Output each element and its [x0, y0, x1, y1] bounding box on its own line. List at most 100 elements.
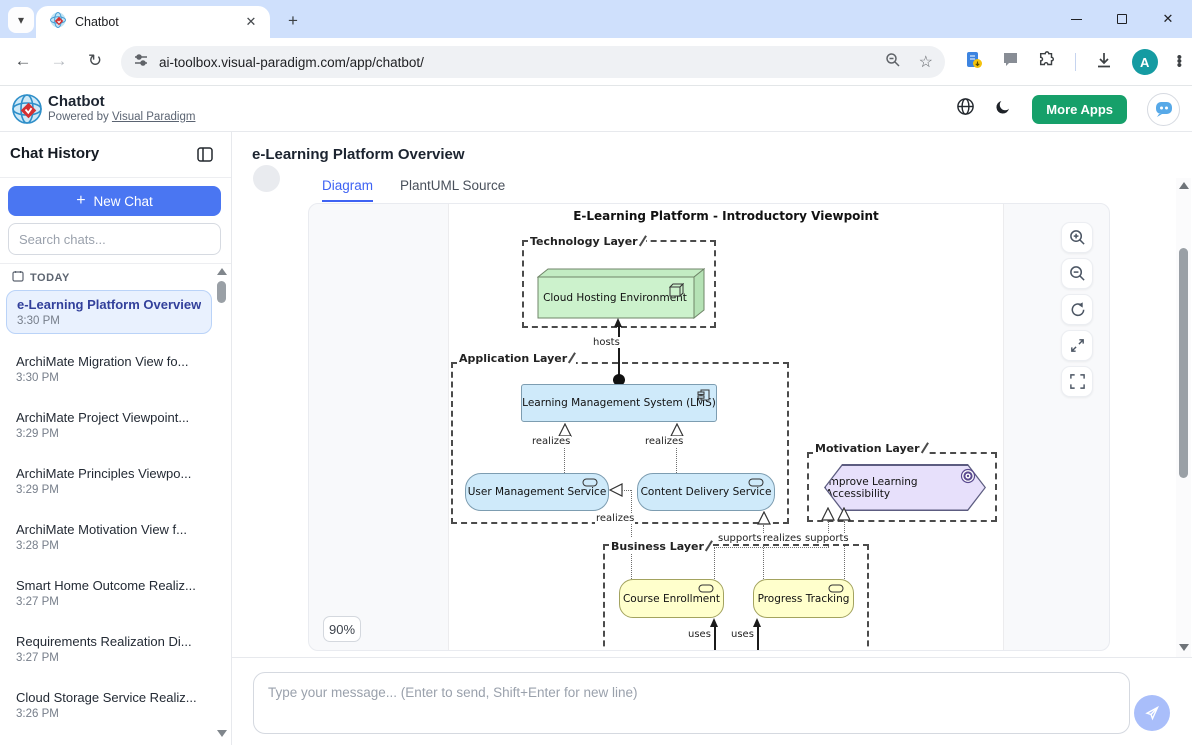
chat-item[interactable]: e-Learning Platform Overview 3:30 PM	[6, 290, 212, 334]
reset-view-button[interactable]	[1061, 294, 1093, 325]
tab-search-chevron-icon[interactable]: ▾	[8, 7, 34, 33]
goal-icon	[960, 468, 976, 488]
app-title: Chatbot	[48, 93, 105, 110]
chat-scroll-up-arrow[interactable]	[1179, 182, 1189, 189]
site-settings-icon[interactable]	[133, 52, 149, 73]
edge-label-realizes: realizes	[644, 436, 684, 447]
browser-tab[interactable]: Chatbot ✕	[36, 6, 270, 38]
group-label-motivation: Motivation Layer	[813, 440, 928, 455]
edge-label-realizes: realizes	[595, 513, 635, 524]
browser-titlebar: ▾ Chatbot ✕ + ✕	[0, 0, 1192, 38]
service-icon	[828, 584, 844, 596]
node-progress-tracking[interactable]: Progress Tracking	[753, 579, 854, 618]
node-content-delivery-service[interactable]: Content Delivery Service	[637, 473, 775, 511]
tab-plantuml-source[interactable]: PlantUML Source	[400, 178, 505, 202]
chat-item[interactable]: ArchiMate Migration View fo... 3:30 PM	[6, 348, 212, 390]
tab-title: Chatbot	[75, 15, 242, 29]
chat-history-sidebar: Chat History + New Chat TODAY e-Learning…	[0, 132, 232, 745]
edge-label-supports: supports	[804, 533, 850, 544]
fullscreen-button[interactable]	[1061, 366, 1093, 397]
downloads-icon[interactable]	[1095, 51, 1113, 74]
zoom-in-button[interactable]	[1061, 222, 1093, 253]
chat-main-area: e-Learning Platform Overview Diagram Pla…	[232, 132, 1192, 745]
send-button[interactable]	[1134, 695, 1170, 731]
tab-close-icon[interactable]: ✕	[242, 13, 260, 31]
edge-label-hosts: hosts	[592, 337, 621, 348]
chat-item[interactable]: Cloud Storage Service Realiz... 3:26 PM	[6, 684, 212, 726]
calendar-icon	[12, 270, 24, 285]
url-bar[interactable]: ai-toolbox.visual-paradigm.com/app/chatb…	[121, 46, 945, 78]
chat-item[interactable]: ArchiMate Principles Viewpo... 3:29 PM	[6, 460, 212, 502]
language-globe-icon[interactable]	[956, 97, 975, 121]
zoom-level-badge: 90%	[323, 616, 361, 642]
divider	[0, 263, 231, 264]
realizes-line	[622, 490, 631, 491]
service-icon	[582, 478, 598, 490]
forward-button[interactable]: →	[48, 51, 70, 71]
window-minimize-button[interactable]	[1068, 11, 1084, 27]
uses-line	[757, 626, 759, 650]
url-text[interactable]: ai-toolbox.visual-paradigm.com/app/chatb…	[159, 55, 885, 70]
group-label-technology: Technology Layer	[528, 233, 646, 248]
zoom-out-button[interactable]	[1061, 258, 1093, 289]
group-label-business: Business Layer	[609, 538, 712, 553]
toolbar-divider	[1075, 53, 1076, 71]
browser-menu-icon[interactable]: •••	[1177, 56, 1182, 68]
bookmark-star-icon[interactable]: ☆	[919, 52, 933, 72]
edge-label-supports: supports	[717, 533, 763, 544]
uses-line	[714, 626, 716, 650]
diagram-canvas[interactable]: E-Learning Platform - Introductory Viewp…	[448, 204, 1004, 650]
chat-item[interactable]: ArchiMate Motivation View f... 3:28 PM	[6, 516, 212, 558]
new-tab-button[interactable]: +	[282, 10, 304, 32]
comment-extension-icon[interactable]	[1002, 51, 1019, 73]
back-button[interactable]: ←	[12, 51, 34, 71]
service-icon	[698, 584, 714, 596]
extensions-puzzle-icon[interactable]	[1038, 51, 1056, 74]
window-close-button[interactable]: ✕	[1160, 11, 1176, 27]
node-user-management-service[interactable]: User Management Service	[465, 473, 609, 511]
realization-arrowhead	[837, 507, 851, 521]
search-chats-input[interactable]	[8, 223, 221, 255]
visual-paradigm-link[interactable]: Visual Paradigm	[112, 111, 196, 123]
chat-item[interactable]: Requirements Realization Di... 3:27 PM	[6, 628, 212, 670]
realization-arrowhead	[670, 423, 684, 437]
realization-arrowhead	[558, 423, 572, 437]
sidebar-scrollbar-thumb[interactable]	[217, 281, 226, 303]
component-icon	[697, 389, 710, 404]
chat-item[interactable]: Smart Home Outcome Realiz... 3:27 PM	[6, 572, 212, 614]
collapse-sidebar-icon[interactable]	[197, 147, 213, 167]
tab-diagram[interactable]: Diagram	[322, 178, 373, 202]
dark-mode-moon-icon[interactable]	[995, 98, 1012, 120]
node-course-enrollment[interactable]: Course Enrollment	[619, 579, 724, 618]
realization-arrowhead	[821, 507, 835, 521]
edge-label-uses: uses	[687, 629, 712, 640]
new-chat-button[interactable]: + New Chat	[8, 186, 221, 216]
realization-arrowhead	[757, 511, 771, 525]
docs-extension-icon[interactable]	[965, 51, 983, 74]
sidebar-title: Chat History	[10, 145, 99, 162]
edge-label-uses: uses	[730, 629, 755, 640]
plus-icon: +	[76, 192, 85, 210]
node-lms[interactable]: Learning Management System (LMS)	[521, 384, 717, 422]
chat-scroll-down-arrow[interactable]	[1179, 644, 1189, 651]
diagram-title: E-Learning Platform - Introductory Viewp…	[449, 209, 1003, 223]
message-input[interactable]	[253, 672, 1130, 734]
edge-label-realizes: realizes	[762, 533, 802, 544]
expand-button[interactable]	[1061, 330, 1093, 361]
conversation-title: e-Learning Platform Overview	[252, 146, 465, 163]
chat-scrollbar-thumb[interactable]	[1179, 248, 1188, 478]
chat-widget-icon[interactable]	[1147, 93, 1180, 126]
browser-profile-avatar[interactable]: A	[1132, 49, 1158, 75]
group-label-application: Application Layer	[457, 350, 576, 365]
reload-button[interactable]: ↻	[84, 51, 106, 71]
powered-by: Powered by Visual Paradigm	[48, 111, 195, 123]
more-apps-button[interactable]: More Apps	[1032, 95, 1127, 124]
divider	[0, 177, 231, 178]
sidebar-scroll-up-arrow[interactable]	[217, 268, 227, 275]
chat-item[interactable]: ArchiMate Project Viewpoint... 3:29 PM	[6, 404, 212, 446]
visual-paradigm-logo	[12, 94, 42, 129]
window-maximize-button[interactable]	[1114, 11, 1130, 27]
zoom-page-icon[interactable]	[885, 52, 901, 73]
sidebar-scroll-down-arrow[interactable]	[217, 730, 227, 737]
app-header: Chatbot Powered by Visual Paradigm More …	[0, 86, 1192, 132]
